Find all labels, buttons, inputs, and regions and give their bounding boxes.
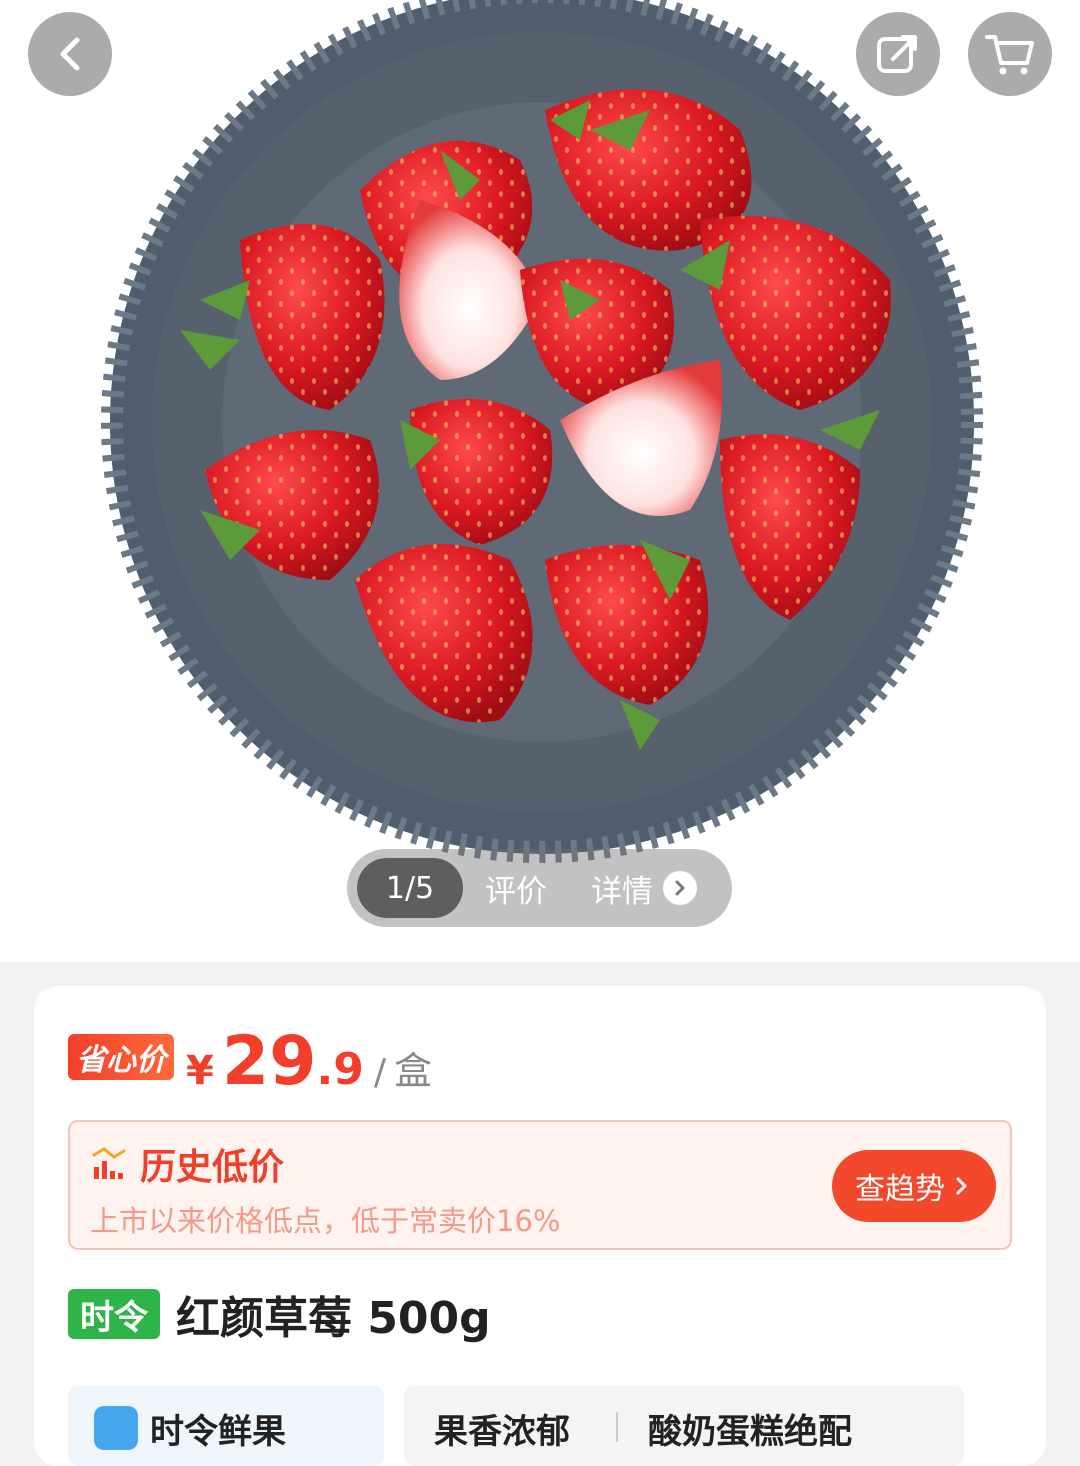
cart-button[interactable] bbox=[968, 12, 1052, 96]
flavor-tag-2: 酸奶蛋糕绝配 bbox=[648, 1412, 852, 1452]
details-tab[interactable]: 详情 bbox=[591, 866, 697, 911]
product-title: 红颜草莓 500g bbox=[176, 1293, 491, 1344]
back-arrow-icon bbox=[60, 37, 80, 71]
history-low-price-banner[interactable]: 历史低价 上市以来价格低点，低于常卖价16% 查趋势 bbox=[68, 1120, 1012, 1250]
seasonal-fruit-tag[interactable]: 时令鲜果 bbox=[68, 1386, 384, 1466]
history-subtitle: 上市以来价格低点，低于常卖价16% bbox=[90, 1204, 561, 1238]
details-tab-label: 详情 bbox=[591, 873, 653, 910]
chevron-right-icon bbox=[663, 871, 697, 905]
season-badge: 时令 bbox=[68, 1289, 160, 1339]
product-gallery[interactable]: 1/5 评价 详情 bbox=[0, 0, 1080, 962]
back-button[interactable] bbox=[28, 12, 112, 96]
chevron-right-icon bbox=[956, 1177, 967, 1195]
history-title-label: 历史低价 bbox=[140, 1147, 285, 1188]
strawberry-product-image bbox=[101, 0, 983, 863]
price-decimal: .9 bbox=[316, 1044, 364, 1095]
gallery-switcher: 1/5 评价 详情 bbox=[347, 849, 732, 927]
share-button[interactable] bbox=[856, 12, 940, 96]
fruit-category-icon bbox=[94, 1406, 138, 1450]
view-trend-button[interactable]: 查趋势 bbox=[832, 1150, 996, 1222]
cart-icon bbox=[985, 35, 1034, 75]
product-title-row: 时令 红颜草莓 500g bbox=[68, 1282, 491, 1346]
view-trend-label: 查趋势 bbox=[855, 1172, 945, 1207]
price-badge: 省心价 bbox=[68, 1034, 174, 1080]
history-title: 历史低价 bbox=[90, 1138, 284, 1190]
trend-chart-icon bbox=[92, 1147, 126, 1179]
unit-separator: / bbox=[373, 1052, 386, 1093]
image-counter[interactable]: 1/5 bbox=[357, 858, 463, 918]
seasonal-fruit-label: 时令鲜果 bbox=[150, 1412, 286, 1452]
share-icon bbox=[877, 35, 917, 73]
flavor-tags[interactable]: 果香浓郁 酸奶蛋糕绝配 bbox=[404, 1386, 964, 1466]
product-info-card: 省心价 ¥ 29 .9 / 盒 历史低价 上市以来价格低点，低于常卖价16% 查… bbox=[34, 986, 1046, 1466]
price-unit: 盒 bbox=[393, 1049, 432, 1093]
price-row: 省心价 ¥ 29 .9 / 盒 bbox=[68, 1022, 432, 1101]
flavor-tag-1: 果香浓郁 bbox=[434, 1412, 570, 1452]
tag-divider bbox=[616, 1412, 618, 1442]
currency-symbol: ¥ bbox=[186, 1048, 214, 1094]
reviews-tab[interactable]: 评价 bbox=[485, 866, 547, 911]
price-integer: 29 bbox=[221, 1022, 317, 1101]
